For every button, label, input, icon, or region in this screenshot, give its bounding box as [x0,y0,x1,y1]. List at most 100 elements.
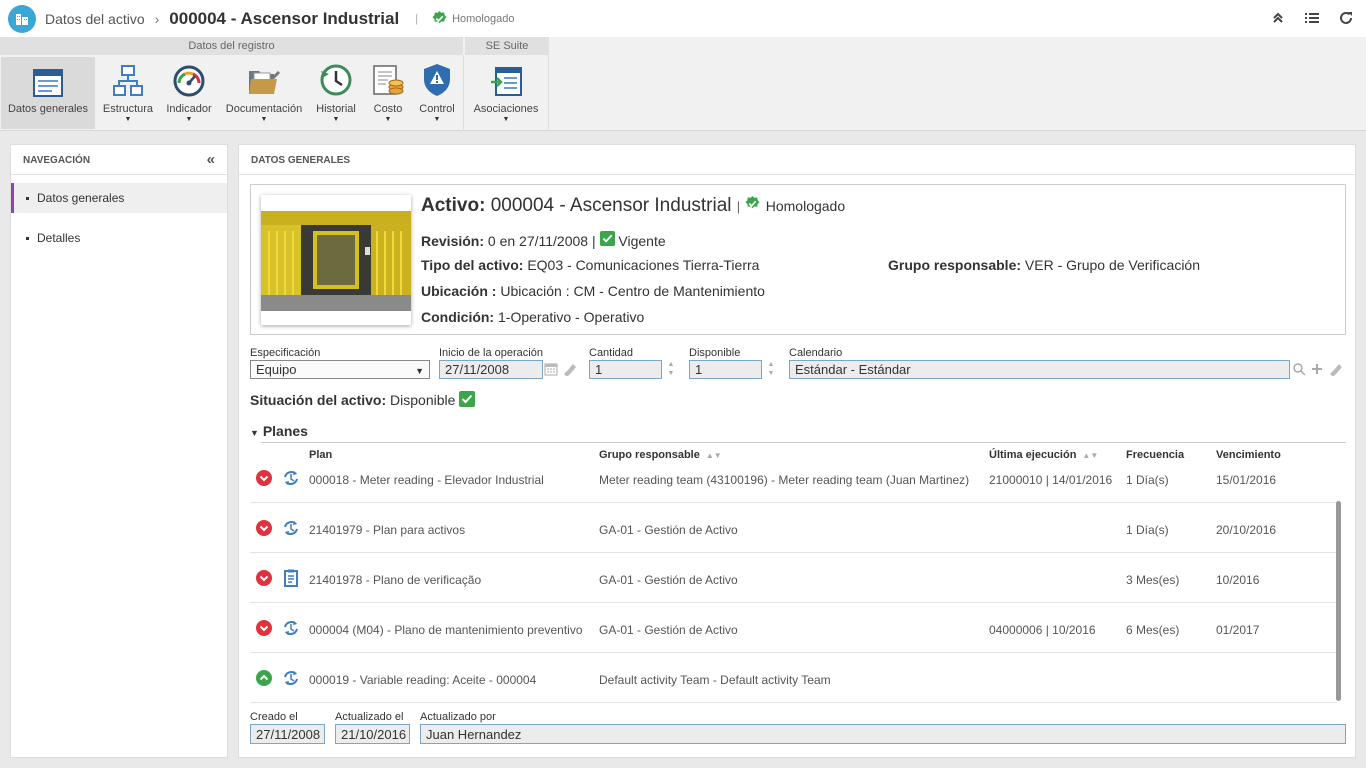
collapse-down-icon[interactable] [256,470,272,486]
cell-plan: 000018 - Meter reading - Elevador Indust… [309,473,544,487]
cell-vencimiento: 15/01/2016 [1216,473,1277,487]
control-label: Control [419,103,455,115]
especificacion-label: Especificación [250,347,321,359]
table-row[interactable]: 21401978 - Plano de verificação GA-01 - G… [250,553,1337,603]
navigation-title: NAVEGACIÓN [23,155,91,166]
cell-vencimiento: 01/2017 [1216,623,1260,637]
collapse-down-icon[interactable] [256,570,272,586]
cantidad-stepper[interactable]: ▲ ▼ [663,360,679,379]
disponible-input[interactable]: 1 [689,360,762,379]
approved-badge-icon [432,11,447,24]
cell-frecuencia: 1 Día(s) [1126,473,1169,487]
actualizado-value: 21/10/2016 [335,724,410,744]
cell-vencimiento: 10/2016 [1216,573,1260,587]
asociaciones-button[interactable]: Asociaciones ▼ [470,57,542,129]
cell-frecuencia: 1 Día(s) [1126,523,1169,537]
refresh-icon[interactable] [1338,10,1354,26]
table-row[interactable]: 21401979 - Plan para activos GA-01 - Gest… [250,503,1337,553]
estructura-button[interactable]: Estructura ▼ [100,57,156,129]
top-bar: Datos del activo › 000004 - Ascensor Ind… [0,0,1366,37]
asset-summary-card: Activo: 000004 - Ascensor Industrial | H… [250,184,1346,335]
nav-item-datos-generales[interactable]: Datos generales [11,183,227,213]
calendar-icon[interactable] [544,362,558,379]
historial-label: Historial [316,103,356,115]
revision-line: Revisión: 0 en 27/11/2008 | Vigente [421,231,666,249]
condicion-label: Condición: [421,309,495,325]
collapse-down-icon[interactable] [256,520,272,536]
especificacion-select[interactable]: Equipo ▼ [250,360,430,379]
tipo-label: Tipo del activo: [421,257,524,273]
planes-title: Planes [262,423,308,439]
table-row[interactable]: 000018 - Meter reading - Elevador Indust… [250,453,1337,503]
cycle-icon [282,519,300,537]
table-row[interactable]: 000019 - Variable reading: Aceite - 0000… [250,653,1337,703]
cell-grupo: GA-01 - Gestión de Activo [599,523,738,537]
inicio-input[interactable]: 27/11/2008 [439,360,543,379]
calendario-label: Calendario [789,347,843,359]
folder-documents-icon [224,57,304,97]
documentacion-button[interactable]: Documentación ▼ [224,57,304,129]
estructura-label: Estructura [102,103,154,115]
cycle-icon [282,669,300,687]
condicion-line: Condición: 1-Operativo - Operativo [421,309,644,325]
grupo-label: Grupo responsable: [888,257,1022,273]
creado-value: 27/11/2008 [250,724,325,744]
main-title: DATOS GENERALES [239,145,1355,175]
revision-value: 0 en 27/11/2008 | [487,233,596,249]
ubicacion-line: Ubicación : Ubicación : CM - Centro de M… [421,283,765,299]
table-row[interactable]: 000004 (M04) - Plano de mantenimiento pr… [250,603,1337,653]
associations-icon [470,57,542,97]
dropdown-arrow-icon: ▼ [415,366,424,376]
indicador-button[interactable]: Indicador ▼ [162,57,216,129]
ubicacion-label: Ubicación : [421,283,497,299]
add-icon[interactable] [1310,362,1324,379]
disponible-stepper[interactable]: ▲ ▼ [763,360,779,379]
calendario-input[interactable]: Estándar - Estándar [789,360,1290,379]
cell-frecuencia: 3 Mes(es) [1126,573,1180,587]
list-view-icon[interactable] [1304,10,1320,26]
disponible-label: Disponible [689,347,741,359]
cell-grupo: GA-01 - Gestión de Activo [599,623,738,637]
form-window-icon [1,57,95,97]
navigation-header: NAVEGACIÓN « [11,145,227,175]
breadcrumb[interactable]: Datos del activo [45,11,145,27]
asset-photo [261,195,411,325]
table-scrollbar[interactable] [1336,501,1341,701]
expand-up-icon[interactable] [256,670,272,686]
structure-tree-icon [100,57,156,97]
chevron-down-icon: ▼ [260,116,268,123]
navigation-panel: NAVEGACIÓN « Datos generales Detalles [10,144,228,758]
activo-status: Homologado [765,198,846,214]
ubicacion-value: Ubicación : CM - Centro de Mantenimiento [500,283,765,299]
costo-button[interactable]: Costo ▼ [366,57,410,129]
nav-item-detalles[interactable]: Detalles [11,223,227,253]
grupo-value: VER - Grupo de Verificación [1024,257,1201,273]
cantidad-input[interactable]: 1 [589,360,662,379]
eraser-icon[interactable] [562,362,576,379]
cell-plan: 000019 - Variable reading: Aceite - 0000… [309,673,537,687]
search-icon[interactable] [1292,362,1306,379]
cost-sheet-icon [366,57,410,97]
collapse-down-icon[interactable] [256,620,272,636]
cell-grupo: Default activity Team - Default activity… [599,673,831,687]
datos-generales-button[interactable]: Datos generales [1,57,95,129]
collapse-up-icon[interactable] [1270,10,1286,26]
cell-plan: 21401979 - Plan para activos [309,523,466,537]
check-box-icon [599,231,615,246]
activo-label: Activo: [421,195,486,216]
asociaciones-label: Asociaciones [473,103,539,115]
cycle-icon [282,619,300,637]
cycle-icon [282,469,300,487]
situacion-line: Situación del activo: Disponible [250,391,476,408]
costo-label: Costo [373,103,403,115]
documentacion-label: Documentación [225,103,303,115]
eraser-icon[interactable] [1328,362,1342,379]
control-button[interactable]: Control ▼ [416,57,458,129]
historial-button[interactable]: Historial ▼ [312,57,360,129]
especificacion-value: Equipo [256,362,297,377]
grupo-line: Grupo responsable: VER - Grupo de Verifi… [888,257,1200,273]
chevron-down-icon: ▼ [433,116,441,123]
planes-section-toggle[interactable]: ▼ Planes [250,423,308,439]
shield-warning-icon [416,57,458,97]
collapse-left-icon[interactable]: « [207,151,215,168]
